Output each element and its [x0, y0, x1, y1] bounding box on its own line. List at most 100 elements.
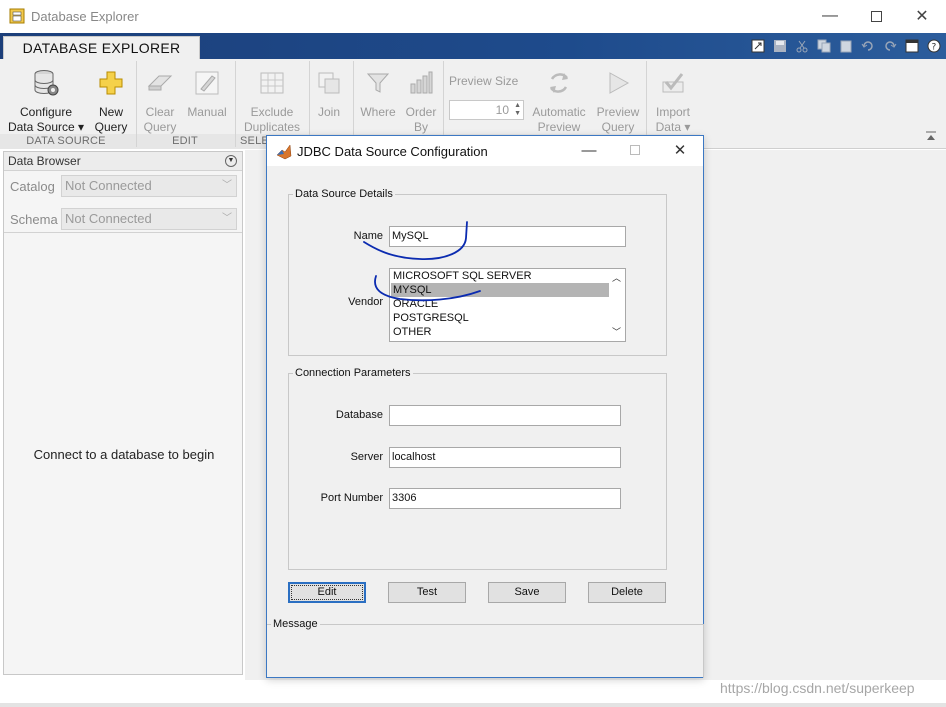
matlab-icon [276, 144, 292, 160]
scroll-up-icon[interactable]: ︿ [612, 271, 621, 284]
scroll-down-icon[interactable]: ﹀ [612, 325, 621, 338]
quick-access-toolbar: ? [748, 36, 944, 55]
exclude-label-1: Exclude [250, 105, 294, 119]
import-data-label-2: Data ▾ [655, 120, 691, 134]
help-icon[interactable]: ? [924, 36, 944, 55]
schema-row: Schema Not Connected ﹀ [6, 206, 240, 232]
manual-label: Manual [187, 105, 227, 119]
preview-query-button[interactable]: Preview Query [593, 61, 643, 135]
connect-message: Connect to a database to begin [33, 447, 215, 462]
join-label: Join [317, 105, 340, 119]
test-button[interactable]: Test [388, 582, 466, 603]
bottom-edge [0, 703, 946, 707]
automatic-preview-label-2: Preview [537, 120, 581, 134]
database-input[interactable] [389, 405, 621, 426]
manual-button[interactable]: Manual [184, 61, 230, 120]
automatic-preview-button[interactable]: Automatic Preview [530, 61, 588, 135]
collapse-ribbon-icon[interactable] [925, 131, 937, 141]
save-icon[interactable] [770, 36, 790, 55]
minimize-icon[interactable]: — [578, 141, 600, 161]
import-data-button[interactable]: Import Data ▾ [650, 61, 696, 135]
schema-select[interactable]: Not Connected ﹀ [61, 208, 237, 230]
exclude-label-2: Duplicates [243, 120, 301, 134]
message-legend: Message [273, 618, 318, 630]
cut-icon[interactable] [792, 36, 812, 55]
new-query-label-2: Query [94, 120, 128, 134]
panel-menu-icon[interactable]: ▼ [225, 155, 237, 167]
redo-icon[interactable] [880, 36, 900, 55]
configure-data-source-button[interactable]: Configure Data Source ▾ [6, 61, 86, 135]
new-query-button[interactable]: New Query [91, 61, 131, 135]
group-label-edit: EDIT [172, 135, 198, 147]
maximize-icon[interactable] [864, 6, 888, 26]
group-separator [136, 61, 137, 147]
group-label-select: SELE [240, 135, 269, 147]
save-button[interactable]: Save [488, 582, 566, 603]
checkmark-icon [650, 61, 696, 105]
vendor-listbox[interactable]: MICROSOFT SQL SERVER MYSQL ORACLE POSTGR… [389, 268, 626, 342]
server-label: Server [350, 451, 383, 463]
preview-query-label-2: Query [601, 120, 635, 134]
join-button[interactable]: Join [312, 61, 346, 120]
ribbon-tabstrip: DATABASE EXPLORER ? [0, 33, 946, 60]
chevron-down-icon: ﹀ [222, 180, 232, 191]
port-input[interactable]: 3306 [389, 488, 621, 509]
close-icon[interactable]: ✕ [669, 141, 691, 161]
clear-query-label-2: Query [143, 120, 177, 134]
minimize-icon[interactable]: — [818, 6, 842, 26]
vendor-scrollbar[interactable]: ︿ ﹀ [609, 269, 625, 341]
maximize-icon[interactable] [624, 141, 646, 161]
connection-parameters-group: Connection Parameters [288, 367, 667, 570]
vendor-label: Vendor [348, 296, 383, 308]
delete-button[interactable]: Delete [588, 582, 666, 603]
undo-icon[interactable] [858, 36, 878, 55]
copy-icon[interactable] [814, 36, 834, 55]
eraser-icon [140, 61, 180, 105]
where-button[interactable]: Where [358, 61, 398, 120]
order-by-button[interactable]: Order By [401, 61, 441, 135]
name-input[interactable]: MySQL [389, 226, 626, 247]
database-gear-icon [6, 61, 86, 105]
pencil-icon [184, 61, 230, 105]
pin-icon[interactable] [748, 36, 768, 55]
tab-database-explorer[interactable]: DATABASE EXPLORER [3, 36, 200, 60]
catalog-select[interactable]: Not Connected ﹀ [61, 175, 237, 197]
edit-button[interactable]: Edit [288, 582, 366, 603]
app-icon [9, 8, 25, 24]
vendor-option-selected[interactable]: MYSQL [391, 283, 609, 297]
chevron-down-icon: ﹀ [222, 213, 232, 224]
spinner-arrows-icon[interactable]: ▲ ▼ [514, 102, 521, 118]
svg-text:?: ? [932, 42, 937, 52]
window-title: Database Explorer [31, 9, 139, 24]
order-by-label-1: Order [405, 105, 437, 119]
configure-label-1: Configure [19, 105, 73, 119]
vendor-option[interactable]: POSTGRESQL [391, 311, 609, 325]
catalog-row: Catalog Not Connected ﹀ [6, 173, 240, 199]
vendor-option[interactable]: MICROSOFT SQL SERVER [391, 269, 609, 283]
dialog-titlebar: JDBC Data Source Configuration — ✕ [267, 136, 703, 166]
message-group: Message [267, 618, 704, 678]
vendor-option[interactable]: ORACLE [391, 297, 609, 311]
vendor-option[interactable]: OTHER [391, 325, 609, 339]
close-icon[interactable]: ✕ [910, 6, 934, 26]
clear-query-button[interactable]: Clear Query [140, 61, 180, 135]
schema-label: Schema [10, 212, 58, 227]
plus-icon [91, 61, 131, 105]
paste-icon[interactable] [836, 36, 856, 55]
dialog-title: JDBC Data Source Configuration [297, 144, 488, 159]
group-separator [235, 61, 236, 147]
automatic-preview-label-1: Automatic [532, 105, 586, 119]
grid-icon [240, 61, 304, 105]
preview-size-spinner[interactable]: 10 ▲ ▼ [449, 100, 524, 120]
watermark: https://blog.csdn.net/superkeep [720, 680, 915, 696]
divider [4, 232, 242, 233]
play-icon [593, 61, 643, 105]
filter-icon [358, 61, 398, 105]
layout-icon[interactable] [902, 36, 922, 55]
jdbc-config-dialog: JDBC Data Source Configuration — ✕ Data … [266, 135, 704, 678]
preview-size-value: 10 [495, 103, 509, 117]
exclude-duplicates-button[interactable]: Exclude Duplicates [240, 61, 304, 135]
join-icon [312, 61, 346, 105]
server-input[interactable]: localhost [389, 447, 621, 468]
catalog-value: Not Connected [65, 178, 152, 193]
